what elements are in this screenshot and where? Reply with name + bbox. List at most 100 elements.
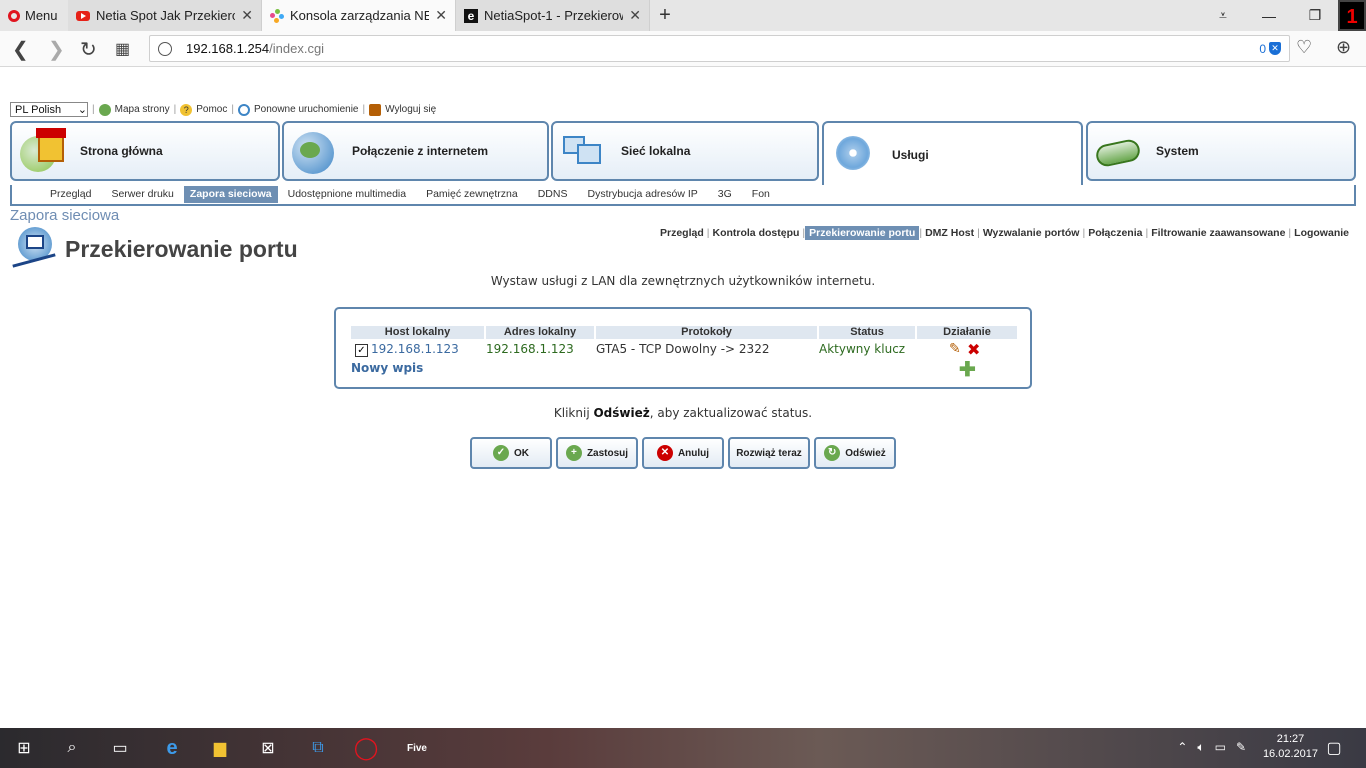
maximize-button[interactable]: ❐ [1292,0,1338,31]
minimize-button[interactable]: — [1246,0,1292,31]
volume-icon[interactable]: 🔈︎ [1197,740,1204,755]
pen-icon[interactable]: ✎ [1236,740,1246,755]
download-icon[interactable]: ⊕ [1336,37,1351,58]
address-bar-row: ❮ ❯ ↻ ▦ 192.168.1.254/index.cgi 0 ✕ ♡ ⊕ [0,31,1366,67]
notification-badge[interactable]: 1 [1338,0,1366,31]
sub-navigation: Przegląd Serwer druku Zapora sieciowa Ud… [10,185,1356,206]
ok-button[interactable]: ✓ OK [470,437,552,469]
logout-icon [369,103,382,116]
close-tab-icon[interactable]: ✕ [241,7,253,24]
opera-menu-button[interactable]: Menu [0,0,68,31]
system-tray: ⌃ 🔈︎ ▭ ✎ [1177,740,1246,755]
subnav-external-storage[interactable]: Pamięć zewnętrzna [416,186,528,203]
main-tab-system[interactable]: System [1086,121,1356,181]
cancel-button[interactable]: ✕ Anuluj [642,437,724,469]
speed-dial-icon[interactable]: ▦ [115,39,130,59]
browser-tab-bar: Menu Netia Spot Jak Przekierowa ✕ Konsol… [0,0,1366,31]
house-icon [16,128,66,174]
edit-pencil-icon[interactable]: ✎ [949,341,961,357]
globe-network-icon [288,128,338,174]
row-host-link[interactable]: 192.168.1.123 [371,342,459,356]
rightnav-overview[interactable]: Przegląd [657,227,707,239]
rightnav-dmz-host[interactable]: DMZ Host [922,227,977,239]
new-tab-button[interactable]: + [650,0,680,31]
clock[interactable]: 21:27 16.02.2017 [1263,732,1318,762]
refresh-button[interactable]: ↻ Odśwież [814,437,896,469]
header-action: Działanie [917,326,1017,339]
globe-icon [158,41,172,56]
restart-link[interactable]: Ponowne uruchomienie [254,104,359,115]
apply-icon: + [565,445,582,461]
opera-taskbar-icon[interactable]: ◯ [354,735,379,760]
header-protocols: Protokoły [596,326,817,339]
rightnav-advanced-filtering[interactable]: Filtrowanie zaawansowane [1148,227,1288,239]
heart-icon[interactable]: ♡ [1296,37,1312,58]
table-header: Host lokalny Adres lokalny Protokoły Sta… [351,326,1019,339]
rightnav-port-triggering[interactable]: Wyzwalanie portów [980,227,1083,239]
refresh-icon: ↻ [824,445,841,461]
page-description: Wystaw usługi z LAN dla zewnętrznych uży… [490,274,876,288]
main-tab-home[interactable]: Strona główna [10,121,280,181]
file-explorer-icon[interactable]: ▆ [208,736,232,760]
new-entry-link[interactable]: Nowy wpis [351,361,423,375]
subnav-ddns[interactable]: DDNS [528,186,578,203]
windows-start-icon[interactable]: ⊞ [12,736,36,760]
main-tab-services[interactable]: Usługi [822,121,1083,187]
subnav-fon[interactable]: Fon [742,186,780,203]
e-icon: e [464,8,478,23]
close-tab-icon[interactable]: ✕ [435,7,447,24]
opera-icon [8,9,20,22]
page-title: Przekierowanie portu [65,236,298,262]
computers-icon [557,128,607,174]
network-icon[interactable]: ▭ [1215,740,1226,755]
subnav-firewall[interactable]: Zapora sieciowa [183,186,278,203]
back-icon[interactable]: ❮ [12,37,29,62]
tab-netia-console[interactable]: Konsola zarządzania NETIA ✕ [262,0,456,31]
rightnav-connections[interactable]: Połączenia [1085,227,1145,239]
sitemap-link[interactable]: Mapa strony [115,104,170,115]
app-icon[interactable]: ⧉ [306,736,330,760]
shield-icon: ✕ [1269,42,1281,55]
windows-taskbar: ⊞ ⌕ ▭ e ▆ ⊠ ⧉ ◯ Five ⌃ 🔈︎ ▭ ✎ 21:27 16.0… [0,728,1366,768]
close-tab-icon[interactable]: ✕ [629,7,641,24]
language-select[interactable]: PL Polish ⌄ [10,102,88,117]
main-tab-lan[interactable]: Sieć lokalna [551,121,819,181]
rightnav-access-control[interactable]: Kontrola dostępu [709,227,802,239]
fivem-icon[interactable]: Five [402,736,432,760]
tab-netiaspot[interactable]: e NetiaSpot-1 - Przekierowa ✕ [456,0,650,31]
resolve-now-button[interactable]: Rozwiąż teraz [728,437,810,469]
power-icon [237,103,250,116]
rightnav-port-forwarding[interactable]: Przekierowanie portu [805,226,920,240]
youtube-icon [76,10,90,21]
tab-menu-icon[interactable]: ⩡ [1200,0,1246,31]
tab-youtube[interactable]: Netia Spot Jak Przekierowa ✕ [68,0,262,31]
main-tab-internet[interactable]: Połączenie z internetem [282,121,549,181]
notifications-icon[interactable]: ▢ [1322,736,1346,760]
disc-icon [828,132,878,178]
adblock-indicator[interactable]: 0 ✕ [1259,42,1281,56]
edge-icon[interactable]: e [160,736,184,760]
subnav-shared-media[interactable]: Udostępnione multimedia [278,186,416,203]
row-protocol: GTA5 - TCP Dowolny -> 2322 [596,342,770,356]
reload-icon[interactable]: ↻ [80,37,97,62]
row-address: 192.168.1.123 [486,342,574,356]
subnav-ip-distribution[interactable]: Dystrybucja adresów IP [577,186,707,203]
rightnav-logging[interactable]: Logowanie [1291,227,1352,239]
add-icon[interactable]: ✚ [959,357,976,382]
apply-button[interactable]: + Zastosuj [556,437,638,469]
firewall-subnav: Przegląd | Kontrola dostępu | Przekierowan… [657,226,1352,240]
search-icon[interactable]: ⌕ [60,736,84,760]
subnav-print-server[interactable]: Serwer druku [101,186,183,203]
logout-link[interactable]: Wyloguj się [385,104,436,115]
subnav-overview[interactable]: Przegląd [40,186,101,203]
subnav-3g[interactable]: 3G [708,186,742,203]
help-link[interactable]: Pomoc [196,104,227,115]
chevron-up-icon[interactable]: ⌃ [1177,740,1187,755]
rule-checkbox[interactable]: ✓ [355,344,368,357]
header-status: Status [819,326,915,339]
forward-icon[interactable]: ❯ [48,37,65,62]
store-icon[interactable]: ⊠ [256,736,280,760]
port-forwarding-table: Host lokalny Adres lokalny Protokoły Sta… [334,307,1032,389]
task-view-icon[interactable]: ▭ [108,736,132,760]
url-field[interactable]: 192.168.1.254/index.cgi 0 ✕ [149,35,1290,62]
